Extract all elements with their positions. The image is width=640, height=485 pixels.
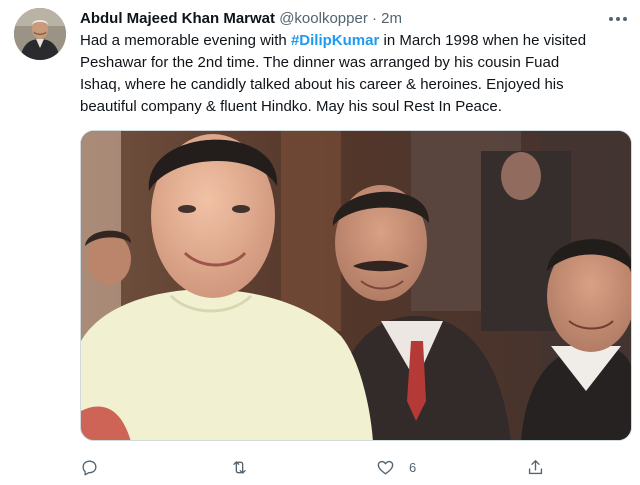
tweet-text-segment: Had a memorable evening with — [80, 32, 291, 49]
like-button[interactable]: 6 — [376, 456, 416, 478]
tweet-photo[interactable] — [80, 130, 632, 441]
reply-button[interactable] — [80, 456, 99, 478]
tweet-card[interactable]: Abdul Majeed Khan Marwat @koolkopper · 2… — [0, 0, 640, 485]
author-handle[interactable]: @koolkopper — [279, 10, 368, 27]
tweet-text-line-1: Had a memorable evening with #DilipKumar… — [80, 30, 640, 52]
tweet-text-line-3: Ishaq, where he candidly talked about hi… — [80, 76, 564, 93]
tweet-text: Had a memorable evening with #DilipKumar… — [80, 30, 640, 118]
tweet-actions: 6 — [0, 452, 640, 482]
hashtag-link[interactable]: #DilipKumar — [291, 32, 379, 49]
like-count: 6 — [409, 459, 417, 475]
separator-dot: · — [371, 10, 377, 27]
tweet-text-line-2: Peshawar for the 2nd time. The dinner wa… — [80, 54, 560, 71]
more-options-icon[interactable] — [606, 10, 630, 28]
author-name[interactable]: Abdul Majeed Khan Marwat — [80, 10, 275, 27]
retweet-button[interactable] — [230, 456, 249, 478]
share-button[interactable] — [526, 456, 545, 478]
share-icon — [526, 458, 545, 477]
author-avatar[interactable] — [14, 8, 66, 60]
tweet-text-segment: in March 1998 when he visited — [379, 32, 587, 49]
retweet-icon — [230, 458, 249, 477]
tweet-text-line-4: beautiful company & fluent Hindko. May h… — [80, 98, 502, 115]
tweet-header: Abdul Majeed Khan Marwat @koolkopper · 2… — [80, 8, 402, 30]
tweet-timestamp[interactable]: 2m — [381, 10, 402, 27]
heart-icon — [376, 458, 395, 477]
reply-icon — [80, 458, 99, 477]
